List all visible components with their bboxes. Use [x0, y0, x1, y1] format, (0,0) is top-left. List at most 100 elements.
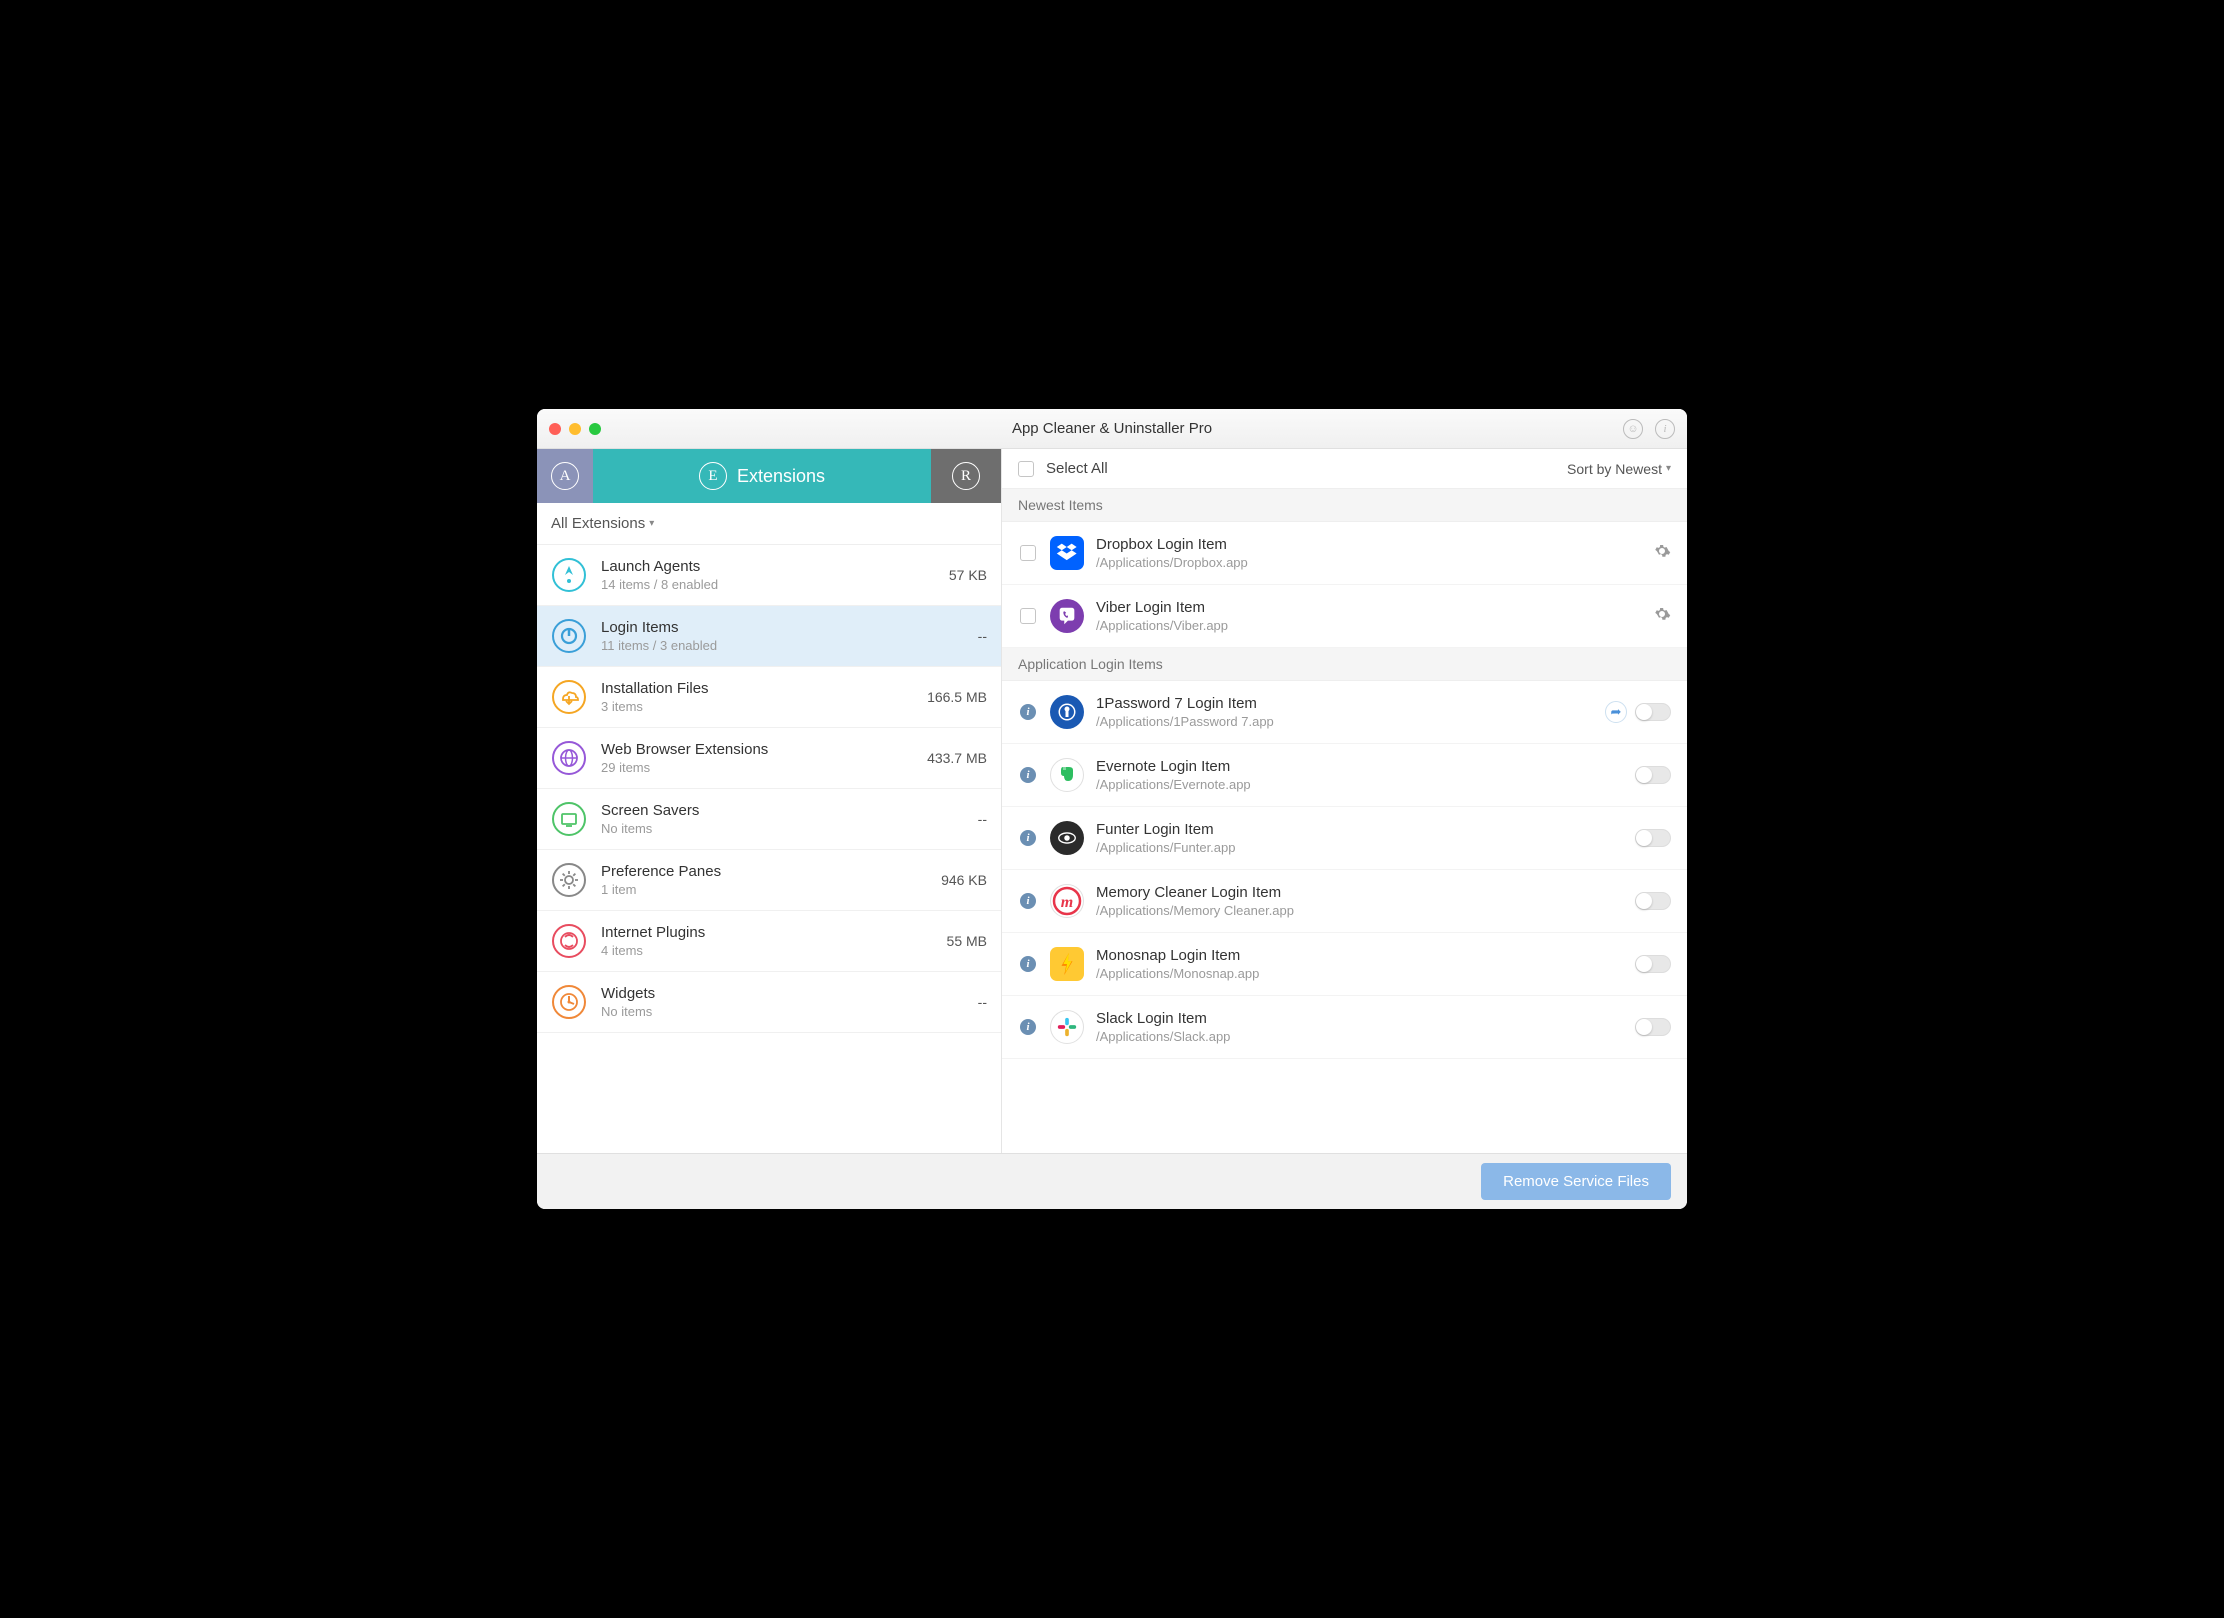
category-item[interactable]: Login Items 11 items / 3 enabled -- — [537, 606, 1001, 667]
item-title: Evernote Login Item — [1096, 758, 1623, 775]
category-item[interactable]: Screen Savers No items -- — [537, 789, 1001, 850]
traffic-lights — [549, 423, 601, 435]
info-icon[interactable]: i — [1020, 767, 1036, 783]
power-icon — [551, 618, 587, 654]
list-item[interactable]: i Funter Login Item /Applications/Funter… — [1002, 807, 1687, 870]
category-title: Launch Agents — [601, 558, 935, 575]
enable-toggle[interactable] — [1635, 766, 1671, 784]
app-window: App Cleaner & Uninstaller Pro ☺ i A E Ex… — [537, 409, 1687, 1209]
info-icon[interactable]: i — [1020, 956, 1036, 972]
category-size: 55 MB — [947, 933, 987, 949]
info-icon[interactable]: i — [1020, 893, 1036, 909]
list-item[interactable]: i Monosnap Login Item /Applications/Mono… — [1002, 933, 1687, 996]
cloud-icon — [551, 679, 587, 715]
category-item[interactable]: Preference Panes 1 item 946 KB — [537, 850, 1001, 911]
filter-label: All Extensions — [551, 515, 645, 532]
enable-toggle[interactable] — [1635, 892, 1671, 910]
gear-icon[interactable] — [1653, 605, 1671, 628]
gear-icon[interactable] — [1653, 542, 1671, 565]
tab-extensions[interactable]: E Extensions — [593, 449, 931, 503]
category-item[interactable]: Launch Agents 14 items / 8 enabled 57 KB — [537, 545, 1001, 606]
item-path: /Applications/1Password 7.app — [1096, 714, 1593, 729]
category-item[interactable]: Internet Plugins 4 items 55 MB — [537, 911, 1001, 972]
filter-dropdown[interactable]: All Extensions ▾ — [537, 503, 1001, 545]
sort-label: Sort by Newest — [1567, 461, 1662, 477]
category-size: -- — [978, 628, 987, 644]
item-title: Slack Login Item — [1096, 1010, 1623, 1027]
gear-icon — [551, 862, 587, 898]
list-item[interactable]: Dropbox Login Item /Applications/Dropbox… — [1002, 522, 1687, 585]
item-path: /Applications/Dropbox.app — [1096, 555, 1641, 570]
item-path: /Applications/Viber.app — [1096, 618, 1641, 633]
category-text: Screen Savers No items — [601, 802, 964, 836]
app-icon — [1050, 536, 1084, 570]
main-tabs: A E Extensions R — [537, 449, 1001, 503]
remaining-icon: R — [952, 462, 980, 490]
list-item[interactable]: i 1Password 7 Login Item /Applications/1… — [1002, 681, 1687, 744]
category-item[interactable]: Installation Files 3 items 166.5 MB — [537, 667, 1001, 728]
item-title: Dropbox Login Item — [1096, 536, 1641, 553]
item-text: Slack Login Item /Applications/Slack.app — [1096, 1010, 1623, 1044]
sidebar: A E Extensions R All Extensions ▾ Launch… — [537, 449, 1002, 1153]
item-checkbox[interactable] — [1020, 608, 1036, 624]
sort-dropdown[interactable]: Sort by Newest ▾ — [1567, 461, 1671, 477]
feedback-icon[interactable]: ☺ — [1623, 419, 1643, 439]
remove-service-files-button[interactable]: Remove Service Files — [1481, 1163, 1671, 1200]
items-list: Newest Items Dropbox Login Item /Applica… — [1002, 489, 1687, 1153]
close-button[interactable] — [549, 423, 561, 435]
enable-toggle[interactable] — [1635, 1018, 1671, 1036]
info-icon[interactable]: i — [1020, 704, 1036, 720]
item-path: /Applications/Funter.app — [1096, 840, 1623, 855]
category-text: Internet Plugins 4 items — [601, 924, 933, 958]
category-subtitle: 11 items / 3 enabled — [601, 638, 964, 653]
category-title: Login Items — [601, 619, 964, 636]
app-icon — [1050, 695, 1084, 729]
fullscreen-button[interactable] — [589, 423, 601, 435]
window-body: A E Extensions R All Extensions ▾ Launch… — [537, 449, 1687, 1153]
list-item[interactable]: i m Memory Cleaner Login Item /Applicati… — [1002, 870, 1687, 933]
category-size: 946 KB — [941, 872, 987, 888]
tab-extensions-label: Extensions — [737, 466, 825, 487]
tab-applications[interactable]: A — [537, 449, 593, 503]
item-title: Funter Login Item — [1096, 821, 1623, 838]
category-subtitle: 14 items / 8 enabled — [601, 577, 935, 592]
share-icon[interactable]: ➦ — [1605, 701, 1627, 723]
chevron-down-icon: ▾ — [649, 518, 654, 529]
category-text: Web Browser Extensions 29 items — [601, 741, 913, 775]
select-all-checkbox[interactable] — [1018, 461, 1034, 477]
item-text: Memory Cleaner Login Item /Applications/… — [1096, 884, 1623, 918]
section-header: Application Login Items — [1002, 648, 1687, 681]
category-subtitle: 29 items — [601, 760, 913, 775]
enable-toggle[interactable] — [1635, 955, 1671, 973]
item-path: /Applications/Slack.app — [1096, 1029, 1623, 1044]
item-path: /Applications/Memory Cleaner.app — [1096, 903, 1623, 918]
enable-toggle[interactable] — [1635, 829, 1671, 847]
list-item[interactable]: i Slack Login Item /Applications/Slack.a… — [1002, 996, 1687, 1059]
info-icon[interactable]: i — [1020, 1019, 1036, 1035]
chevron-down-icon: ▾ — [1666, 463, 1671, 474]
info-icon[interactable]: i — [1020, 830, 1036, 846]
item-title: 1Password 7 Login Item — [1096, 695, 1593, 712]
select-all-label: Select All — [1046, 460, 1108, 477]
globe-icon — [551, 740, 587, 776]
list-item[interactable]: Viber Login Item /Applications/Viber.app — [1002, 585, 1687, 648]
list-item[interactable]: i Evernote Login Item /Applications/Ever… — [1002, 744, 1687, 807]
category-title: Internet Plugins — [601, 924, 933, 941]
category-title: Screen Savers — [601, 802, 964, 819]
screen-icon — [551, 801, 587, 837]
item-text: Funter Login Item /Applications/Funter.a… — [1096, 821, 1623, 855]
category-item[interactable]: Web Browser Extensions 29 items 433.7 MB — [537, 728, 1001, 789]
tab-remaining[interactable]: R — [931, 449, 1001, 503]
item-checkbox[interactable] — [1020, 545, 1036, 561]
enable-toggle[interactable] — [1635, 703, 1671, 721]
category-item[interactable]: Widgets No items -- — [537, 972, 1001, 1033]
app-icon — [1050, 1010, 1084, 1044]
category-text: Preference Panes 1 item — [601, 863, 927, 897]
info-icon[interactable]: i — [1655, 419, 1675, 439]
category-title: Widgets — [601, 985, 964, 1002]
category-title: Web Browser Extensions — [601, 741, 913, 758]
category-list: Launch Agents 14 items / 8 enabled 57 KB… — [537, 545, 1001, 1153]
item-title: Monosnap Login Item — [1096, 947, 1623, 964]
item-text: Viber Login Item /Applications/Viber.app — [1096, 599, 1641, 633]
minimize-button[interactable] — [569, 423, 581, 435]
